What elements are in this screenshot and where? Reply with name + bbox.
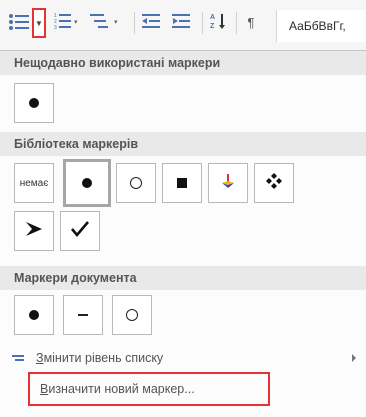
library-bullet-square[interactable]: [162, 163, 202, 203]
bullets-icon: [8, 13, 32, 34]
bullets-dropdown-arrow[interactable]: ▼: [32, 8, 46, 38]
submenu-arrow-icon: [352, 354, 356, 362]
change-list-level-item[interactable]: Змінити рівень списку: [0, 345, 366, 371]
document-bullets-title: Маркери документа: [14, 271, 137, 285]
recent-bullets-header: Нещодавно використані маркери: [0, 51, 366, 75]
library-bullet-diamonds[interactable]: [254, 163, 294, 203]
document-bullet-ring[interactable]: [112, 295, 152, 335]
checkmark-bullet-icon: [70, 220, 90, 243]
hollow-circle-bullet-icon: [130, 177, 142, 189]
sort-icon: A Z: [210, 12, 228, 33]
change-list-level-label: Змінити рівень списку: [36, 351, 164, 365]
increase-indent-button[interactable]: [170, 10, 194, 34]
library-bullet-arrowhead[interactable]: [14, 211, 54, 251]
svg-text:3: 3: [54, 25, 57, 30]
arrowhead-bullet-icon: [24, 220, 44, 243]
bullet-library-dropdown: Нещодавно використані маркери Бібліотека…: [0, 50, 366, 417]
recent-bullet-dot[interactable]: [14, 83, 54, 123]
colorful-pin-bullet-icon: [219, 172, 237, 195]
filled-circle-bullet-icon: [29, 310, 39, 320]
document-bullet-dot[interactable]: [14, 295, 54, 335]
chevron-down-icon: ▼: [35, 18, 43, 28]
document-bullet-dash[interactable]: [63, 295, 103, 335]
decrease-indent-icon: [142, 13, 162, 32]
show-formatting-button[interactable]: ¶: [240, 10, 262, 34]
document-bullets-header: Маркери документа: [0, 266, 366, 290]
toolbar-divider: [134, 12, 135, 34]
ribbon-toolbar: ▼ 1 2 3 ▾ ▾ A Z ¶ АаБбВвГг,: [0, 0, 366, 50]
square-bullet-icon: [177, 178, 187, 188]
numbering-button[interactable]: 1 2 3 ▾: [52, 10, 82, 34]
hollow-circle-bullet-icon: [126, 309, 138, 321]
bullet-library-header: Бібліотека маркерів: [0, 132, 366, 156]
bullet-none-tile[interactable]: немає: [14, 163, 54, 203]
dash-bullet-icon: [78, 314, 88, 316]
multilevel-list-button[interactable]: ▾: [88, 10, 128, 34]
increase-indent-icon: [172, 13, 192, 32]
bullet-library-title: Бібліотека маркерів: [14, 137, 139, 151]
list-level-icon: [0, 355, 36, 361]
four-diamonds-bullet-icon: [265, 172, 283, 195]
none-label: немає: [19, 177, 49, 189]
multilevel-list-icon: ▾: [90, 12, 126, 33]
recent-bullets-title: Нещодавно використані маркери: [14, 56, 221, 70]
filled-circle-bullet-icon: [82, 178, 92, 188]
library-bullet-dot[interactable]: [63, 159, 111, 207]
library-bullet-ring[interactable]: [116, 163, 156, 203]
toolbar-divider: [202, 12, 203, 34]
sort-button[interactable]: A Z: [208, 10, 230, 34]
library-bullet-checkmark[interactable]: [60, 211, 100, 251]
svg-text:▾: ▾: [74, 18, 78, 26]
highlight-frame: [28, 372, 270, 406]
style-gallery-preview[interactable]: АаБбВвГг,: [276, 10, 366, 42]
library-bullet-colorful[interactable]: [208, 163, 248, 203]
style-preview-text: АаБбВвГг,: [289, 19, 346, 33]
pilcrow-icon: ¶: [247, 14, 255, 30]
svg-text:▾: ▾: [114, 18, 118, 26]
svg-text:A: A: [210, 14, 215, 21]
toolbar-divider: [236, 12, 237, 34]
svg-text:Z: Z: [210, 23, 215, 30]
decrease-indent-button[interactable]: [140, 10, 164, 34]
numbering-icon: 1 2 3 ▾: [54, 12, 80, 33]
filled-circle-bullet-icon: [29, 98, 39, 108]
